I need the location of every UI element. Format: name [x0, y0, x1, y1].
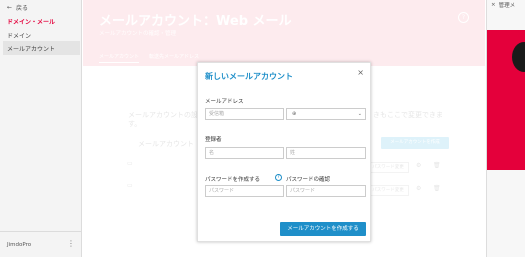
info-icon[interactable]: ? [275, 174, 282, 181]
new-mail-account-dialog: 新しいメールアカウント × メールアドレス 受信箱 ⊕ ⌄ 登録者 名 姓 パス… [197, 62, 371, 242]
more-menu-icon[interactable]: ⋮ [67, 239, 75, 248]
back-link[interactable]: ← 戻る [7, 3, 28, 12]
create-account-button[interactable]: メールアカウントを作成する [280, 222, 366, 236]
domain-select[interactable]: ⊕ ⌄ [286, 108, 366, 120]
email-local-input[interactable]: 受信箱 [205, 108, 284, 120]
close-icon[interactable]: × [357, 68, 364, 77]
sidebar-item-domain[interactable]: ドメイン [7, 31, 31, 40]
arrow-left-icon: ← [7, 4, 13, 11]
last-name-input[interactable]: 姓 [286, 147, 366, 159]
confirm-password-label: パスワードの確認 [286, 177, 331, 183]
side-panel-title: 管理メ [498, 3, 516, 9]
confirm-password-input[interactable]: パスワード [286, 185, 366, 197]
password-input[interactable]: パスワード [205, 185, 284, 197]
dialog-title: 新しいメールアカウント [205, 72, 293, 81]
admin-side-panel: × 管理メ [486, 0, 525, 257]
at-icon: ⊕ [292, 111, 297, 117]
sidebar-footer: JimdoPro ⋮ [0, 231, 82, 257]
promo-image [487, 30, 525, 170]
plan-label: JimdoPro [7, 242, 32, 248]
first-name-input[interactable]: 名 [205, 147, 284, 159]
chevron-down-icon: ⌄ [357, 111, 362, 117]
sidebar-item-mail-accounts[interactable]: メールアカウント [7, 44, 55, 53]
sidebar: ← 戻る ドメイン・メール ドメイン メールアカウント JimdoPro ⋮ [0, 0, 82, 257]
owner-label: 登録者 [205, 137, 222, 143]
illustration-shape [512, 42, 525, 72]
email-label: メールアドレス [205, 99, 244, 105]
close-icon[interactable]: × [491, 2, 496, 8]
sidebar-section-title: ドメイン・メール [7, 19, 56, 26]
back-label: 戻る [16, 5, 29, 12]
side-panel-header: × 管理メ [487, 0, 525, 10]
password-label: パスワードを作成する [205, 177, 261, 183]
